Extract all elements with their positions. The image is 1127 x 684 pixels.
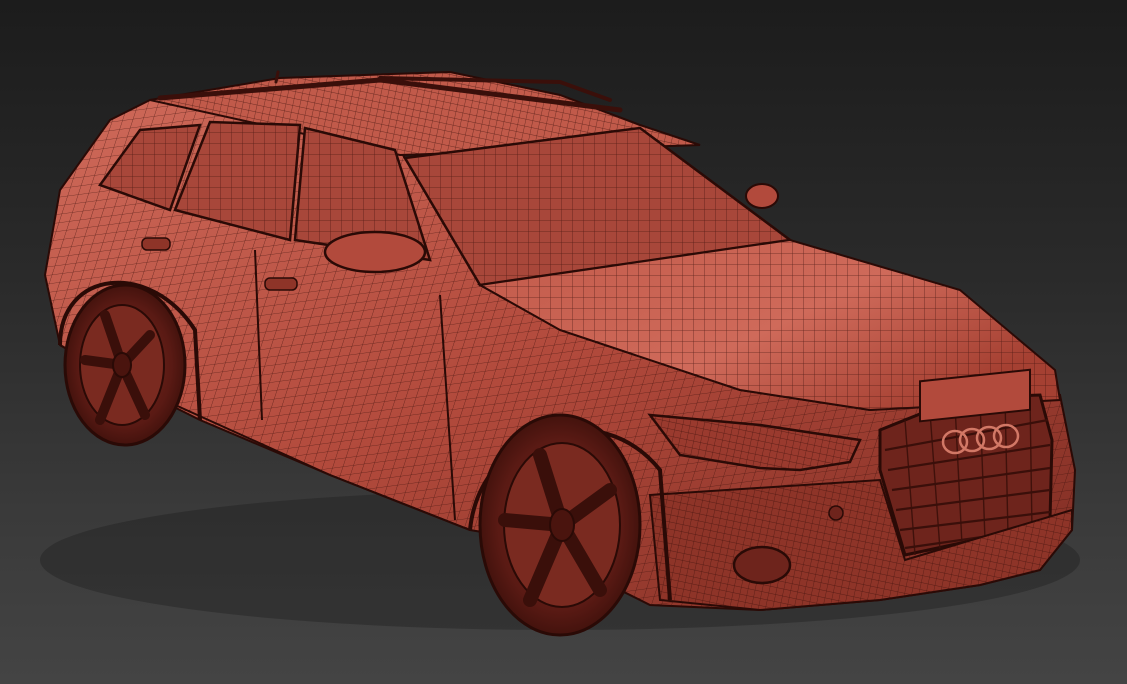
rear-wheel[interactable] bbox=[63, 283, 187, 447]
door-handle-front bbox=[264, 277, 298, 291]
front-wheel[interactable] bbox=[478, 413, 642, 637]
side-mirror-left[interactable] bbox=[323, 230, 427, 274]
sensor bbox=[828, 505, 844, 521]
3d-viewport[interactable] bbox=[0, 0, 1127, 684]
side-mirror-right[interactable] bbox=[745, 183, 779, 209]
fog-light bbox=[732, 545, 792, 585]
door-handle-rear bbox=[141, 237, 171, 251]
roof-antenna bbox=[274, 70, 280, 84]
car-model[interactable] bbox=[0, 0, 1127, 684]
